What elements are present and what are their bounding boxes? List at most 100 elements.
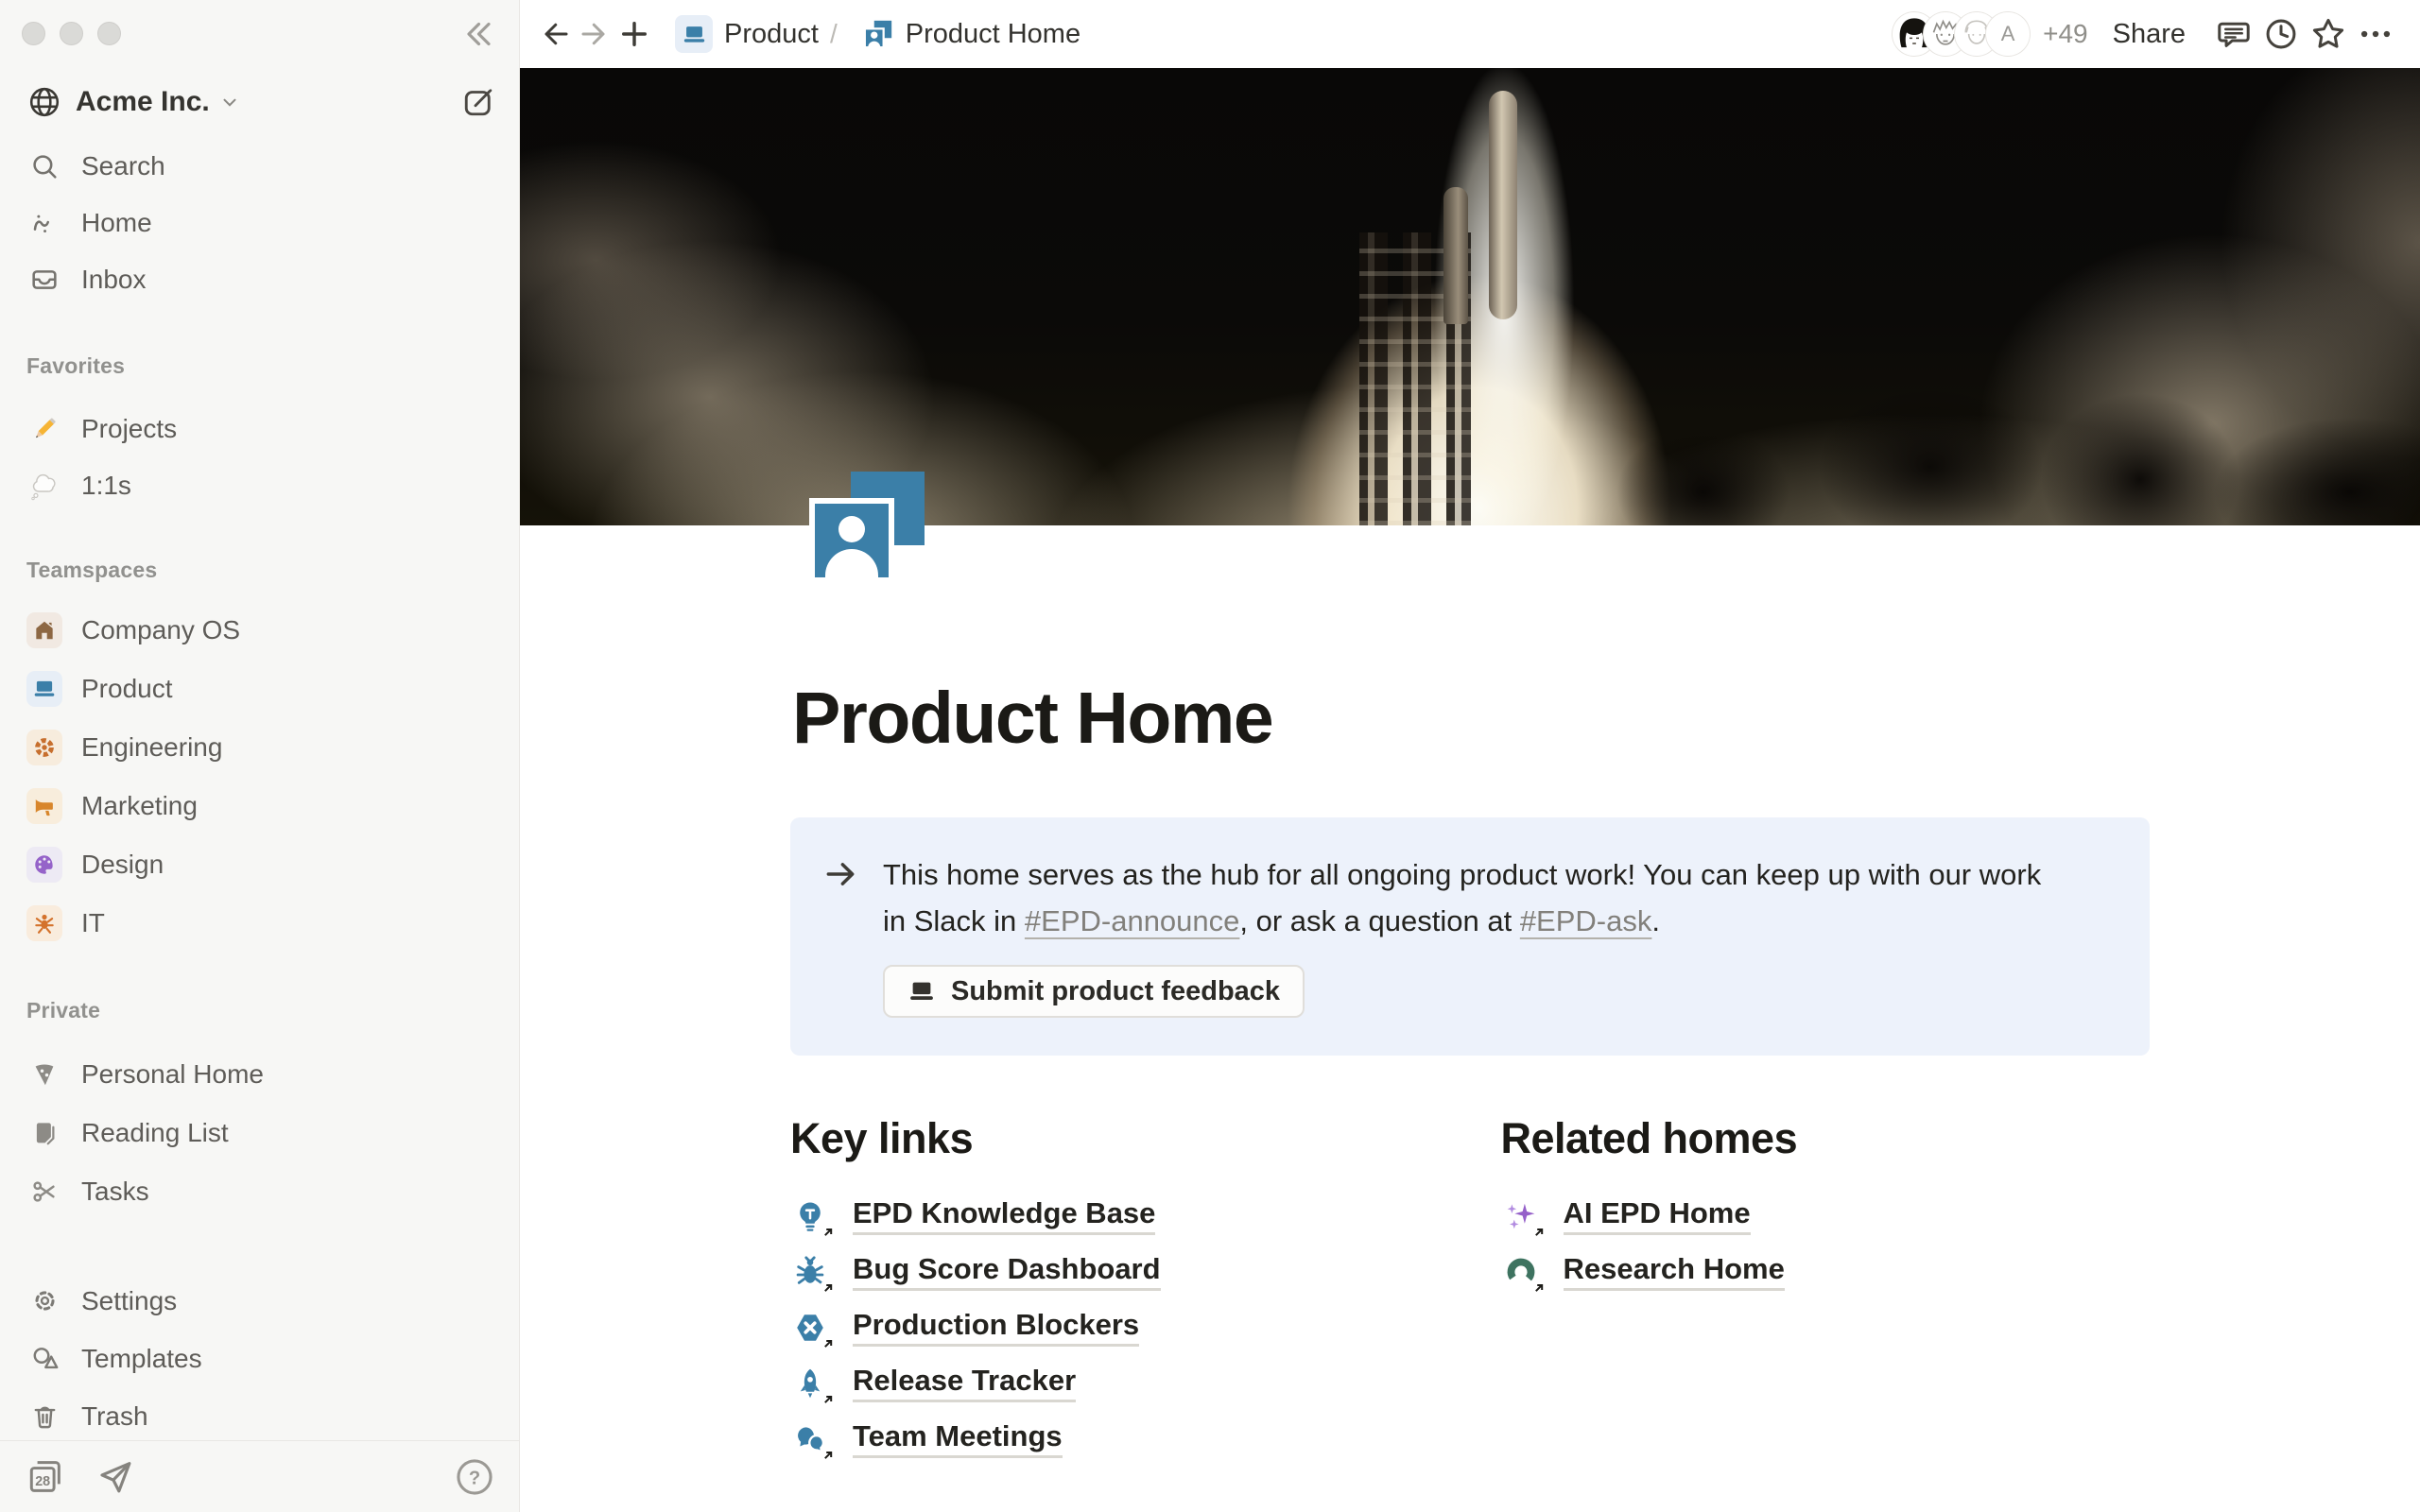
sidebar-item-tasks[interactable]: Tasks: [13, 1162, 506, 1221]
double-chevron-left-icon: [460, 17, 494, 51]
link-arrow-badge-icon: [819, 1390, 838, 1409]
sidebar-item-marketing[interactable]: Marketing: [13, 777, 506, 835]
sidebar-item-product[interactable]: Product: [13, 660, 506, 718]
collaborator-overflow-count[interactable]: +49: [2043, 19, 2088, 49]
sidebar-item-templates[interactable]: Templates: [13, 1330, 506, 1387]
home-icon: [26, 205, 62, 241]
traffic-light-minimize[interactable]: [60, 22, 83, 45]
sidebar-item-label: Trash: [81, 1401, 148, 1432]
sidebar-item-label: Design: [81, 850, 164, 880]
help-glyph: ?: [469, 1468, 480, 1488]
page-link-production-blockers[interactable]: Production Blockers: [790, 1299, 1440, 1355]
favorite-star-icon[interactable]: [2308, 14, 2348, 54]
sidebar-item-label: Inbox: [81, 265, 147, 295]
forward-icon[interactable]: [575, 14, 614, 54]
sidebar-item-projects[interactable]: Projects: [13, 401, 506, 457]
collapse-sidebar-button[interactable]: [457, 13, 498, 55]
key-links-column: Key links EPD Knowledge Base: [790, 1114, 1440, 1467]
link-arrow-badge-icon: [819, 1223, 838, 1242]
gear-icon: [26, 730, 62, 765]
link-arrow-badge-icon: [1530, 1279, 1548, 1297]
callout-text: This home serves as the hub for all ongo…: [883, 851, 2065, 944]
sidebar-item-design[interactable]: Design: [13, 835, 506, 894]
sidebar-item-company-os[interactable]: Company OS: [13, 601, 506, 660]
section-label-teamspaces[interactable]: Teamspaces: [13, 550, 506, 590]
section-heading: Key links: [790, 1114, 1440, 1163]
main-area: Product / Product Home: [520, 0, 2420, 1512]
traffic-light-zoom[interactable]: [97, 22, 121, 45]
link-arrow-badge-icon: [819, 1334, 838, 1353]
contact-card-icon: [862, 18, 894, 50]
sidebar-item-label: Settings: [81, 1286, 177, 1316]
sidebar-item-it[interactable]: IT: [13, 894, 506, 953]
globe-icon: [26, 84, 62, 120]
sidebar-bottom-bar: 28 ?: [0, 1440, 520, 1512]
laptop-icon: [675, 15, 713, 53]
page-link-label: Research Home: [1564, 1252, 1785, 1291]
page-link-research-home[interactable]: Research Home: [1501, 1244, 2151, 1299]
breadcrumb-product-home[interactable]: Product Home: [855, 14, 1088, 54]
shuttle-orbiter-silhouette: [1443, 187, 1468, 324]
avatar-initial[interactable]: A: [1986, 12, 2030, 56]
laptop-icon: [908, 977, 936, 1005]
related-homes-column: Related homes AI EPD Home: [1501, 1114, 2151, 1467]
traffic-light-close[interactable]: [22, 22, 45, 45]
arrow-right-icon: [822, 856, 858, 1018]
sidebar-item-label: Personal Home: [81, 1059, 264, 1090]
button-label: Submit product feedback: [951, 976, 1280, 1007]
share-button[interactable]: Share: [2100, 11, 2199, 58]
bug-icon: [790, 1252, 830, 1292]
sidebar-section-system: Settings Templates Trash: [13, 1272, 506, 1445]
sidebar-item-trash[interactable]: Trash: [13, 1387, 506, 1445]
sidebar-item-label: Marketing: [81, 791, 198, 821]
page-link-ai-epd-home[interactable]: AI EPD Home: [1501, 1188, 2151, 1244]
inbox-icon: [26, 262, 62, 298]
history-clock-icon[interactable]: [2261, 14, 2301, 54]
page-link-label: Bug Score Dashboard: [853, 1252, 1161, 1291]
page-body: Product Home This home serves as the hub…: [790, 525, 2150, 1467]
workspace-switcher[interactable]: Acme Inc.: [19, 79, 504, 125]
breadcrumb-product[interactable]: Product: [667, 11, 826, 57]
pizza-icon: [26, 1057, 62, 1092]
window-controls: [22, 22, 121, 45]
more-options-icon[interactable]: [2356, 14, 2395, 54]
sidebar-item-home[interactable]: Home: [13, 195, 506, 251]
page-link-team-meetings[interactable]: Team Meetings: [790, 1411, 1440, 1467]
book-icon: [26, 1115, 62, 1151]
lightbulb-icon: [790, 1196, 830, 1236]
donut-chart-icon: [1501, 1252, 1541, 1292]
paper-plane-icon[interactable]: [95, 1456, 136, 1498]
page-link-epd-knowledge-base[interactable]: EPD Knowledge Base: [790, 1188, 1440, 1244]
sidebar-item-settings[interactable]: Settings: [13, 1272, 506, 1330]
slack-channel-link-ask[interactable]: #EPD-ask: [1520, 904, 1652, 937]
back-icon[interactable]: [535, 14, 575, 54]
page-link-bug-score-dashboard[interactable]: Bug Score Dashboard: [790, 1244, 1440, 1299]
cover-image-rocket-launch: [520, 68, 2420, 525]
help-icon[interactable]: ?: [454, 1456, 495, 1498]
chevron-down-icon: [219, 92, 240, 112]
page-title[interactable]: Product Home: [792, 677, 2150, 761]
house-icon: [26, 612, 62, 648]
page-icon-contact-card[interactable]: [815, 472, 925, 577]
breadcrumb-label: Product Home: [906, 19, 1080, 50]
sidebar-item-inbox[interactable]: Inbox: [13, 251, 506, 308]
section-label-private[interactable]: Private: [13, 990, 506, 1030]
submit-product-feedback-button[interactable]: Submit product feedback: [883, 965, 1305, 1018]
settings-gear-icon: [26, 1283, 62, 1319]
tree-silhouettes: [1546, 328, 2420, 525]
section-label-favorites[interactable]: Favorites: [13, 346, 506, 386]
sidebar-item-label: Search: [81, 151, 165, 181]
sidebar-item-one-on-ones[interactable]: 1:1s: [13, 457, 506, 514]
page-link-release-tracker[interactable]: Release Tracker: [790, 1355, 1440, 1411]
sidebar-item-engineering[interactable]: Engineering: [13, 718, 506, 777]
sidebar-section-private: Private Personal Home Reading List Tasks: [13, 990, 506, 1221]
callout-body: This home serves as the hub for all ongo…: [883, 851, 2065, 1018]
comments-icon[interactable]: [2214, 14, 2254, 54]
compose-icon[interactable]: [460, 84, 496, 120]
sidebar-item-search[interactable]: Search: [13, 138, 506, 195]
new-page-icon[interactable]: [614, 14, 654, 54]
sidebar-item-reading-list[interactable]: Reading List: [13, 1104, 506, 1162]
calendar-icon[interactable]: 28: [25, 1456, 66, 1498]
sidebar-item-personal-home[interactable]: Personal Home: [13, 1045, 506, 1104]
slack-channel-link-announce[interactable]: #EPD-announce: [1025, 904, 1240, 937]
